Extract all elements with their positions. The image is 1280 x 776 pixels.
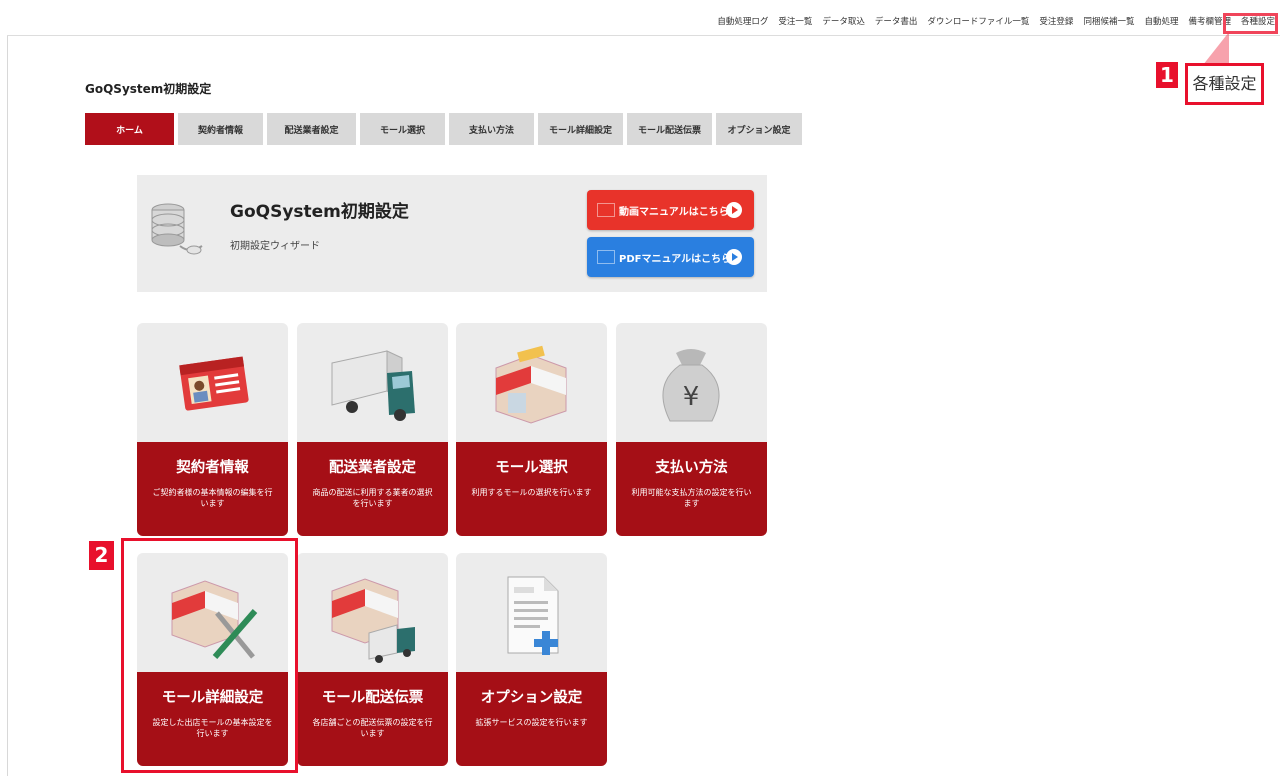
tab-options[interactable]: オプション設定: [716, 113, 802, 145]
nav-order-list[interactable]: 受注一覧: [773, 10, 817, 32]
card-payment[interactable]: ¥ 支払い方法 利用可能な支払方法の設定を行います: [616, 323, 767, 536]
svg-text:¥: ¥: [683, 382, 700, 412]
id-card-icon: [179, 356, 249, 411]
nav-data-export[interactable]: データ書出: [870, 10, 923, 32]
nav-auto-log[interactable]: 自動処理ログ: [712, 10, 773, 32]
tab-bar: ホーム 契約者情報 配送業者設定 モール選択 支払い方法 モール詳細設定 モール…: [85, 113, 802, 145]
tab-carrier[interactable]: 配送業者設定: [267, 113, 356, 145]
nav-data-import[interactable]: データ取込: [817, 10, 870, 32]
tab-mall-detail[interactable]: モール詳細設定: [538, 113, 623, 145]
card-description: ご契約者様の基本情報の編集を行います: [152, 488, 273, 508]
callout-1-highlight: [1223, 13, 1278, 34]
page-title: GoQSystem初期設定: [85, 82, 212, 96]
video-manual-button[interactable]: 動画マニュアルはこちら: [587, 190, 754, 230]
tab-home[interactable]: ホーム: [85, 113, 174, 145]
callout-2-highlight: [121, 538, 298, 773]
card-title: 配送業者設定: [329, 460, 416, 476]
wizard-subtitle: 初期設定ウィザード: [230, 241, 320, 252]
pdf-manual-label: PDFマニュアルはこちら: [619, 253, 732, 265]
card-description: 拡張サービスの設定を行います: [475, 718, 588, 727]
wizard-title: GoQSystem初期設定: [230, 202, 409, 222]
monitor-icon: [597, 203, 615, 217]
card-footer: モール選択 利用するモールの選択を行います: [456, 442, 607, 536]
page: 自動処理ログ 受注一覧 データ取込 データ書出 ダウンロードファイル一覧 受注登…: [0, 0, 1280, 776]
card-footer: 契約者情報 ご契約者様の基本情報の編集を行います: [137, 442, 288, 536]
card-footer: 支払い方法 利用可能な支払方法の設定を行います: [616, 442, 767, 536]
nav-bundle-candidates[interactable]: 同梱候補一覧: [1078, 10, 1139, 32]
card-footer: 配送業者設定 商品の配送に利用する業者の選択を行います: [297, 442, 448, 536]
top-bar: 自動処理ログ 受注一覧 データ取込 データ書出 ダウンロードファイル一覧 受注登…: [7, 0, 1280, 36]
callout-1-badge: 1: [1156, 62, 1178, 88]
card-title: 支払い方法: [655, 460, 728, 476]
card-mall-select[interactable]: モール選択 利用するモールの選択を行います: [456, 323, 607, 536]
card-title: 契約者情報: [176, 460, 249, 476]
arrow-right-icon: [726, 202, 742, 218]
tab-contractor[interactable]: 契約者情報: [178, 113, 263, 145]
tab-payment[interactable]: 支払い方法: [449, 113, 534, 145]
left-border: [7, 0, 8, 776]
nav-download-files[interactable]: ダウンロードファイル一覧: [922, 10, 1034, 32]
card-contractor[interactable]: 契約者情報 ご契約者様の基本情報の編集を行います: [137, 323, 288, 536]
card-carrier[interactable]: 配送業者設定 商品の配送に利用する業者の選択を行います: [297, 323, 448, 536]
callout-2-badge: 2: [89, 541, 114, 570]
shop-truck-icon: [331, 578, 415, 663]
card-description: 利用するモールの選択を行います: [471, 488, 592, 497]
card-description: 商品の配送に利用する業者の選択を行います: [312, 488, 433, 508]
text-doc-plus-icon: [507, 576, 559, 655]
nav-auto-process[interactable]: 自動処理: [1139, 10, 1183, 32]
arrow-right-icon: [726, 249, 742, 265]
card-options[interactable]: オプション設定 拡張サービスの設定を行います: [456, 553, 607, 766]
card-title: モール選択: [495, 460, 568, 476]
document-icon: [597, 250, 615, 264]
card-description: 各店舗ごとの配送伝票の設定を行います: [312, 718, 433, 738]
card-footer: モール配送伝票 各店舗ごとの配送伝票の設定を行います: [297, 672, 448, 766]
card-title: モール配送伝票: [321, 690, 424, 706]
card-footer: オプション設定 拡張サービスの設定を行います: [456, 672, 607, 766]
shop-icon: [495, 345, 567, 424]
tab-mall-select[interactable]: モール選択: [360, 113, 445, 145]
card-mall-slip[interactable]: モール配送伝票 各店舗ごとの配送伝票の設定を行います: [297, 553, 448, 766]
database-icon: [151, 203, 203, 255]
pdf-manual-button[interactable]: PDFマニュアルはこちら: [587, 237, 754, 277]
card-description: 利用可能な支払方法の設定を行います: [631, 488, 752, 508]
truck-icon: [331, 350, 415, 421]
tab-mall-slip[interactable]: モール配送伝票: [627, 113, 712, 145]
video-manual-label: 動画マニュアルはこちら: [619, 206, 729, 218]
callout-1-label: 各種設定: [1185, 63, 1264, 105]
yen-bag-icon: ¥: [662, 349, 720, 422]
card-title: オプション設定: [480, 690, 583, 706]
nav-order-register[interactable]: 受注登録: [1034, 10, 1078, 32]
top-nav: 自動処理ログ 受注一覧 データ取込 データ書出 ダウンロードファイル一覧 受注登…: [712, 10, 1280, 32]
